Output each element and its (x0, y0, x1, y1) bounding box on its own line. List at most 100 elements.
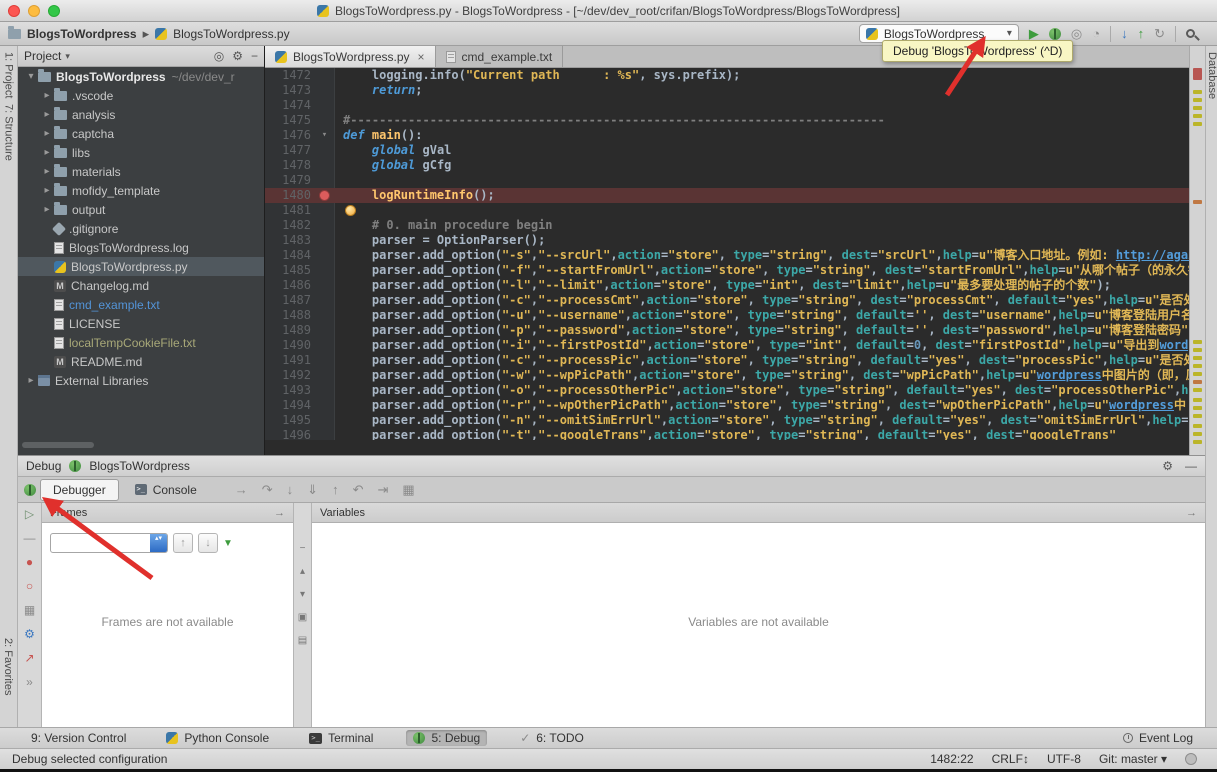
pause-icon[interactable]: — (24, 531, 36, 545)
project-item-blogstowordpress-py[interactable]: BlogsToWordpress.py (18, 257, 264, 276)
code-text[interactable]: global gCfg (335, 158, 1189, 173)
line-number[interactable]: 1479 (265, 173, 315, 188)
navbar-file[interactable]: BlogsToWordpress.py (173, 27, 290, 41)
run-to-cursor-icon[interactable]: ⇥ (377, 482, 388, 498)
code-text[interactable]: parser = OptionParser(); (335, 233, 1189, 248)
gutter-fold-column[interactable] (315, 158, 335, 173)
line-number[interactable]: 1473 (265, 83, 315, 98)
step-out-icon[interactable]: ↑ (332, 482, 339, 497)
project-hscrollbar[interactable] (22, 442, 94, 448)
line-number[interactable]: 1481 (265, 203, 315, 218)
line-number[interactable]: 1482 (265, 218, 315, 233)
code-text[interactable]: logRuntimeInfo(); (335, 188, 1189, 203)
tool-button-debug[interactable]: 5: Debug (406, 730, 488, 746)
code-text[interactable]: parser.add_option("-t","--googleTrans",a… (335, 428, 1189, 440)
gutter-fold-column[interactable]: ▾ (315, 128, 335, 143)
force-step-into-icon[interactable]: ⇓ (307, 482, 318, 498)
line-number[interactable]: 1487 (265, 293, 315, 308)
project-panel-title[interactable]: Project (24, 49, 61, 63)
thread-filter-icon[interactable]: ▼ (223, 538, 233, 549)
error-stripe-mark[interactable] (1193, 356, 1202, 360)
gutter-fold-column[interactable] (315, 338, 335, 353)
code-text[interactable]: parser.add_option("-f","--startFromUrl",… (335, 263, 1189, 278)
project-item-materials[interactable]: ▸ materials (18, 162, 264, 181)
project-item-localtempcookiefile-txt[interactable]: localTempCookieFile.txt (18, 333, 264, 352)
line-number[interactable]: 1490 (265, 338, 315, 353)
gutter-fold-column[interactable] (315, 413, 335, 428)
gutter-fold-column[interactable] (315, 263, 335, 278)
code-area[interactable]: 1472 logging.info("Current path : %s", s… (265, 68, 1189, 440)
line-number[interactable]: 1488 (265, 308, 315, 323)
tree-chevron-icon[interactable]: ▾ (24, 71, 38, 82)
project-item--gitignore[interactable]: .gitignore (18, 219, 264, 238)
evaluate-expression-icon[interactable]: ▦ (402, 482, 414, 498)
encoding-widget[interactable]: UTF-8 (1047, 752, 1081, 766)
project-item-captcha[interactable]: ▸ captcha (18, 124, 264, 143)
variables-header-arrow-icon[interactable]: → (1186, 507, 1197, 519)
code-text[interactable] (335, 98, 1189, 113)
line-number[interactable]: 1493 (265, 383, 315, 398)
more-actions-icon[interactable]: » (26, 675, 33, 689)
vcs-commit-button[interactable]: ↑ (1138, 27, 1145, 40)
clipboard-icon[interactable]: ▤ (298, 635, 307, 646)
error-stripe-mark[interactable] (1193, 380, 1202, 384)
error-stripe-mark[interactable] (1193, 432, 1202, 436)
error-stripe-mark[interactable] (1193, 440, 1202, 444)
error-stripe-mark[interactable] (1193, 122, 1202, 126)
code-text[interactable]: parser.add_option("-c","--processPic",ac… (335, 353, 1189, 368)
tree-chevron-icon[interactable]: ▸ (40, 128, 54, 139)
code-text[interactable]: parser.add_option("-n","--omitSimErrUrl"… (335, 413, 1189, 428)
line-number[interactable]: 1475 (265, 113, 315, 128)
error-stripe-mark[interactable] (1193, 388, 1202, 392)
stop-icon[interactable]: ● (26, 555, 33, 569)
line-number[interactable]: 1485 (265, 263, 315, 278)
error-stripe-mark[interactable] (1193, 414, 1202, 418)
thread-combobox[interactable]: ▴▾ (50, 533, 168, 553)
gutter-fold-column[interactable] (315, 323, 335, 338)
breakpoint-dot[interactable] (319, 190, 330, 201)
tool-button-event-log[interactable]: Event Log (1122, 731, 1193, 745)
code-text[interactable] (335, 203, 1189, 218)
gutter-fold-column[interactable] (315, 173, 335, 188)
gutter-fold-column[interactable] (315, 278, 335, 293)
show-execution-point-icon[interactable]: → (235, 482, 248, 497)
view-breakpoints-icon[interactable]: ○ (26, 579, 33, 593)
tree-chevron-icon[interactable]: ▸ (24, 375, 38, 386)
gutter-fold-column[interactable] (315, 383, 335, 398)
line-number[interactable]: 1480 (265, 188, 315, 203)
line-separator-widget[interactable]: CRLF↕ (992, 752, 1029, 766)
frame-down-button[interactable]: ↓ (198, 533, 218, 553)
debug-settings-icon[interactable]: ⚙ (1162, 459, 1173, 473)
intention-bulb-icon[interactable] (345, 205, 356, 216)
editor-tab-blogstowordpress[interactable]: BlogsToWordpress.py × (265, 46, 436, 67)
tree-chevron-icon[interactable]: ▸ (40, 204, 54, 215)
tree-chevron-icon[interactable]: ▸ (40, 90, 54, 101)
error-stripe-mark[interactable] (1193, 372, 1202, 376)
drop-frame-icon[interactable]: ↶ (353, 482, 364, 498)
pin-tab-icon[interactable]: ↗ (24, 651, 34, 665)
combo-stepper-icon[interactable]: ▴▾ (150, 534, 167, 552)
code-text[interactable]: parser.add_option("-u","--username",acti… (335, 308, 1189, 323)
code-text[interactable]: logging.info("Current path : %s", sys.pr… (335, 68, 1189, 83)
line-number[interactable]: 1496 (265, 428, 315, 440)
code-text[interactable]: def main(): (335, 128, 1189, 143)
project-item-analysis[interactable]: ▸ analysis (18, 105, 264, 124)
editor-tab-cmd-example[interactable]: cmd_example.txt (436, 46, 564, 67)
tool-button-project[interactable]: 1: Project (3, 52, 15, 98)
line-number[interactable]: 1477 (265, 143, 315, 158)
tab-console[interactable]: >_ Console (123, 480, 209, 500)
error-stripe-mark[interactable] (1193, 106, 1202, 110)
tree-chevron-icon[interactable]: ▸ (40, 147, 54, 158)
step-over-icon[interactable]: ↷ (262, 482, 273, 498)
error-stripe-mark[interactable] (1193, 200, 1202, 204)
error-stripe-mark[interactable] (1193, 114, 1202, 118)
project-item-libs[interactable]: ▸ libs (18, 143, 264, 162)
code-text[interactable]: parser.add_option("-r","--wpOtherPicPath… (335, 398, 1189, 413)
line-number[interactable]: 1489 (265, 323, 315, 338)
debug-hide-icon[interactable]: — (1185, 459, 1197, 473)
project-item-mofidy-template[interactable]: ▸ mofidy_template (18, 181, 264, 200)
code-text[interactable]: parser.add_option("-i","--firstPostId",a… (335, 338, 1189, 353)
copy-icon[interactable]: ▣ (298, 612, 307, 623)
code-text[interactable] (335, 173, 1189, 188)
code-text[interactable]: parser.add_option("-p","--password",acti… (335, 323, 1189, 338)
